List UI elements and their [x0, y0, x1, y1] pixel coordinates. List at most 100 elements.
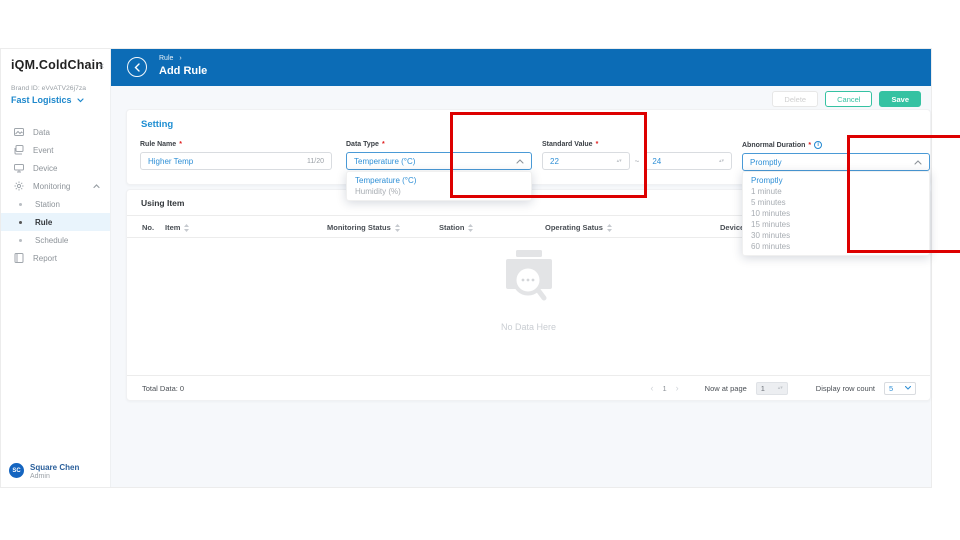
page-input[interactable]: 1 ▴▾: [755, 381, 788, 395]
user-profile[interactable]: SC Square Chen Admin: [9, 463, 79, 480]
dropdown-option[interactable]: 10 minutes: [743, 208, 929, 219]
sidebar-item-label: Rule: [35, 217, 53, 227]
dropdown-option[interactable]: Temperature (°C): [347, 175, 531, 186]
range-separator: ~: [634, 156, 640, 166]
column-monitoring-status[interactable]: Monitoring Status: [327, 216, 400, 239]
abnormal-duration-dropdown: Promptly 1 minute 5 minutes 10 minutes 1…: [742, 171, 930, 256]
bullet-icon: [19, 202, 22, 206]
using-item-title: Using Item: [141, 198, 185, 208]
sort-icon[interactable]: [394, 223, 400, 232]
data-type-field: Data Type * Temperature (°C): [346, 141, 532, 170]
char-counter: 11/20: [307, 157, 324, 165]
sidebar-item-rule[interactable]: Rule: [1, 213, 110, 231]
sort-icon[interactable]: [184, 223, 190, 232]
standard-value-field: Standard Value * ▴▾ ~ ▴▾: [542, 141, 733, 170]
bullet-icon: [19, 238, 22, 242]
dropdown-option[interactable]: Humidity (%): [347, 186, 531, 197]
dropdown-option[interactable]: 1 minute: [743, 186, 929, 197]
empty-state: No Data Here: [127, 250, 930, 332]
app-logo: iQM.ColdChain: [11, 58, 103, 72]
info-icon[interactable]: i: [814, 141, 823, 149]
logo-strong: iQM.: [11, 58, 39, 72]
standard-max-wrap: ▴▾: [644, 152, 733, 170]
prev-page-button[interactable]: ‹: [651, 383, 654, 393]
dropdown-option[interactable]: 30 minutes: [743, 230, 929, 241]
sidebar-item-event[interactable]: Event: [1, 141, 110, 159]
number-stepper[interactable]: ▴▾: [778, 386, 783, 391]
logo-light: ColdChain: [38, 58, 104, 72]
chevron-up-icon: [93, 183, 100, 189]
sidebar-item-data[interactable]: Data: [1, 123, 110, 141]
abnormal-duration-select[interactable]: Promptly: [742, 153, 930, 171]
page-title: Add Rule: [159, 65, 208, 77]
save-button[interactable]: Save: [879, 91, 921, 107]
back-button[interactable]: [127, 57, 147, 77]
data-type-label: Data Type *: [346, 141, 532, 148]
breadcrumb-item[interactable]: Rule: [159, 55, 173, 62]
tenant-selector[interactable]: Fast Logistics: [11, 95, 84, 105]
column-label: Monitoring Status: [327, 223, 391, 232]
dropdown-option[interactable]: 5 minutes: [743, 197, 929, 208]
sort-icon[interactable]: [468, 223, 474, 232]
label-text: Abnormal Duration: [742, 141, 806, 149]
sidebar-item-station[interactable]: Station: [1, 195, 110, 213]
delete-button[interactable]: Delete: [772, 91, 819, 107]
breadcrumb[interactable]: Rule ›: [159, 55, 182, 62]
standard-min-input[interactable]: [550, 156, 617, 166]
sidebar-item-schedule[interactable]: Schedule: [1, 231, 110, 249]
sidebar-item-label: Event: [33, 145, 54, 155]
sidebar-item-label: Schedule: [35, 235, 69, 245]
pagination: ‹ 1 › Now at page 1 ▴▾ Display row count…: [651, 381, 916, 395]
abnormal-duration-field: Abnormal Duration * i Promptly: [742, 141, 930, 171]
selected-value: Promptly: [750, 157, 782, 167]
cancel-button[interactable]: Cancel: [825, 91, 873, 107]
setting-card: Setting Rule Name * 11/20 Data Type: [126, 109, 931, 256]
data-type-select[interactable]: Temperature (°C): [346, 152, 532, 170]
number-stepper[interactable]: ▴▾: [719, 159, 724, 164]
empty-state-text: No Data Here: [500, 322, 557, 332]
page-input-value: 1: [760, 383, 765, 393]
chevron-left-icon: [134, 62, 140, 72]
dropdown-option[interactable]: 15 minutes: [743, 219, 929, 230]
data-type-dropdown: Temperature (°C) Humidity (%): [346, 171, 532, 201]
sort-icon[interactable]: [606, 223, 612, 232]
sidebar-item-monitoring[interactable]: Monitoring: [1, 177, 110, 195]
standard-max-input[interactable]: [652, 156, 719, 166]
dropdown-option[interactable]: Promptly: [743, 175, 929, 186]
chevron-down-icon: [905, 386, 911, 390]
rule-name-input[interactable]: [148, 156, 307, 166]
now-at-page-label: Now at page: [704, 383, 747, 393]
no-data-icon: [505, 250, 552, 301]
setting-title: Setting: [141, 119, 174, 130]
required-asterisk: *: [808, 141, 812, 149]
dropdown-option[interactable]: 60 minutes: [743, 241, 929, 252]
standard-value-label: Standard Value *: [542, 141, 732, 148]
sidebar-item-label: Monitoring: [33, 181, 71, 191]
standard-min-wrap: ▴▾: [542, 152, 630, 170]
number-stepper[interactable]: ▴▾: [617, 159, 622, 164]
content: Delete Cancel Save Setting Rule Name * 1…: [111, 86, 931, 487]
sidebar-item-device[interactable]: Device: [1, 159, 110, 177]
column-item[interactable]: Item: [165, 216, 190, 239]
display-row-count-label: Display row count: [815, 383, 875, 393]
table-footer: Total Data: 0 ‹ 1 › Now at page 1 ▴▾ Dis…: [127, 375, 930, 400]
sidebar-item-report[interactable]: Report: [1, 249, 110, 267]
chevron-up-icon: [516, 158, 524, 164]
page-number[interactable]: 1: [663, 384, 667, 393]
label-text: Rule Name: [140, 141, 177, 148]
column-operating-status[interactable]: Operating Satus: [545, 216, 612, 239]
row-count-select[interactable]: 5: [884, 381, 916, 395]
gear-icon: [13, 181, 24, 192]
sidebar-item-label: Device: [33, 163, 58, 173]
sidebar-collapse-icon[interactable]: «: [99, 60, 104, 70]
monitor-icon: [13, 163, 24, 174]
sidebar-item-label: Station: [35, 199, 60, 209]
column-label: Operating Satus: [545, 223, 603, 232]
required-asterisk: *: [179, 141, 182, 148]
next-page-button[interactable]: ›: [676, 383, 679, 393]
brand-id: Brand ID: eVvATV26j7za: [11, 85, 87, 92]
chevron-down-icon: [76, 97, 84, 103]
column-station[interactable]: Station: [439, 216, 474, 239]
column-label: Item: [165, 223, 181, 232]
page-header: Rule › Add Rule: [111, 49, 931, 86]
